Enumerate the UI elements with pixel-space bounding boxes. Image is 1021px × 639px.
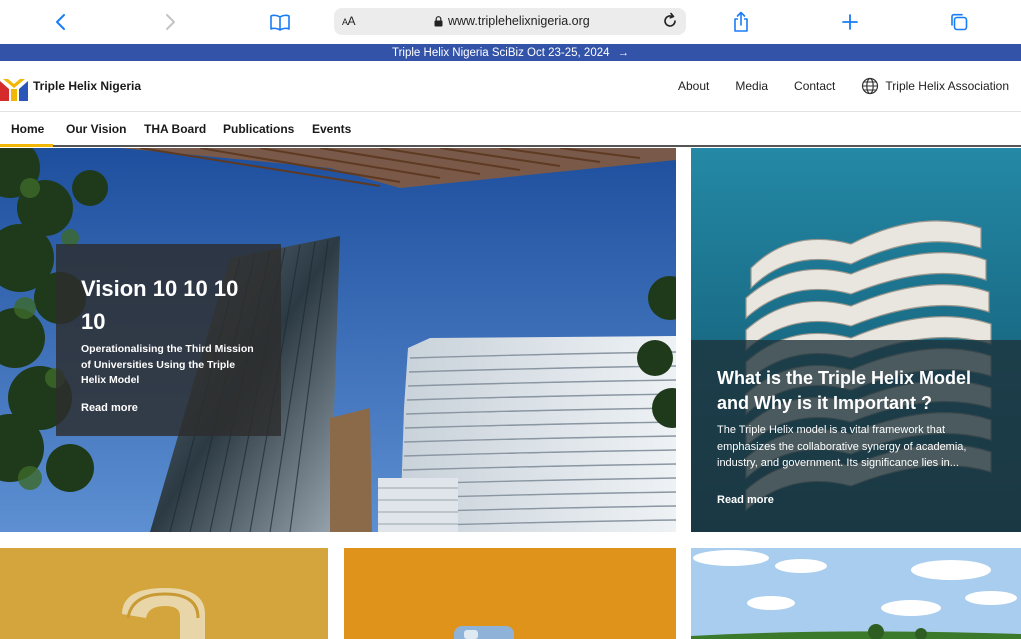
orange-object-image bbox=[344, 548, 676, 639]
text-size-button[interactable]: AA bbox=[342, 14, 356, 28]
top-links: About Media Contact Triple Helix Associa… bbox=[678, 77, 1009, 95]
address-bar[interactable]: AA www.triplehelixnigeria.org bbox=[334, 8, 686, 35]
hero-vision-card[interactable]: Vision 10 10 10 10 Operationalising the … bbox=[0, 148, 676, 532]
article-card-1[interactable] bbox=[0, 548, 328, 639]
lock-icon bbox=[434, 15, 443, 26]
triple-helix-summary: The Triple Helix model is a vital framew… bbox=[717, 424, 967, 469]
association-label: Triple Helix Association bbox=[885, 79, 1009, 93]
vision-overlay: Vision 10 10 10 10 Operationalising the … bbox=[56, 244, 281, 436]
vision-subtitle: Operationalising the Third Mission of Un… bbox=[81, 343, 254, 386]
triple-helix-overlay: What is the Triple Helix Model and Why i… bbox=[691, 340, 1021, 532]
nav-publications[interactable]: Publications bbox=[223, 122, 294, 136]
vision-read-more-link[interactable]: Read more bbox=[81, 402, 138, 414]
link-media[interactable]: Media bbox=[735, 79, 768, 93]
plus-icon[interactable] bbox=[836, 8, 864, 36]
brand-name[interactable]: Triple Helix Nigeria bbox=[33, 79, 141, 93]
book-icon[interactable] bbox=[266, 8, 294, 36]
landscape-image bbox=[691, 548, 1021, 639]
browser-toolbar: AA www.triplehelixnigeria.org bbox=[0, 0, 1021, 44]
triple-helix-logo[interactable] bbox=[0, 73, 28, 101]
vision-title[interactable]: Vision 10 10 10 10 bbox=[81, 272, 256, 338]
url-text: www.triplehelixnigeria.org bbox=[448, 14, 590, 28]
share-icon[interactable] bbox=[727, 8, 755, 36]
tabs-icon[interactable] bbox=[945, 8, 973, 36]
link-about[interactable]: About bbox=[678, 79, 709, 93]
triple-helix-title[interactable]: What is the Triple Helix Model and Why i… bbox=[717, 366, 995, 416]
main-nav: Home Our Vision THA Board Publications E… bbox=[0, 112, 1021, 147]
nav-our-vision[interactable]: Our Vision bbox=[66, 122, 126, 136]
forward-icon[interactable] bbox=[156, 8, 184, 36]
banner-text: Triple Helix Nigeria SciBiz Oct 23-25, 2… bbox=[391, 46, 610, 59]
article-card-3[interactable] bbox=[691, 548, 1021, 639]
reload-icon[interactable] bbox=[660, 11, 680, 31]
arrow-right-icon: → bbox=[617, 46, 630, 59]
url-display: www.triplehelixnigeria.org bbox=[434, 14, 590, 28]
link-contact[interactable]: Contact bbox=[794, 79, 835, 93]
nav-events[interactable]: Events bbox=[312, 122, 351, 136]
nav-home[interactable]: Home bbox=[11, 122, 44, 136]
globe-icon bbox=[862, 77, 879, 95]
site-header: Triple Helix Nigeria About Media Contact… bbox=[0, 61, 1021, 112]
link-triple-helix-association[interactable]: Triple Helix Association bbox=[861, 77, 1009, 95]
question-mark-image bbox=[0, 548, 328, 639]
article-card-2[interactable] bbox=[344, 548, 676, 639]
announcement-banner[interactable]: Triple Helix Nigeria SciBiz Oct 23-25, 2… bbox=[0, 44, 1021, 61]
nav-active-indicator bbox=[0, 144, 53, 147]
hero-triple-helix-card[interactable]: What is the Triple Helix Model and Why i… bbox=[691, 148, 1021, 532]
nav-tha-board[interactable]: THA Board bbox=[144, 122, 206, 136]
triple-helix-read-more-link[interactable]: Read more bbox=[717, 494, 774, 506]
back-icon[interactable] bbox=[47, 8, 75, 36]
